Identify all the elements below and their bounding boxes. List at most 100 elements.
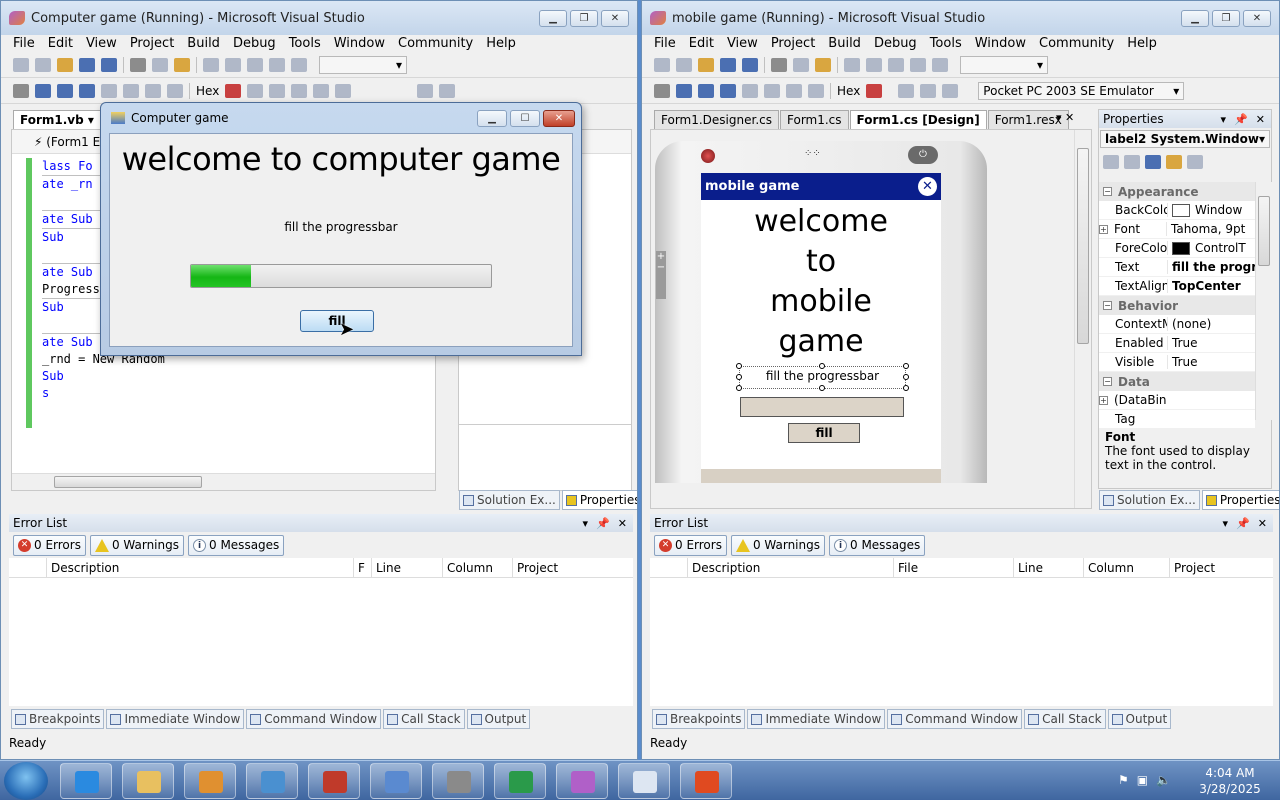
undo-icon[interactable] — [203, 57, 219, 72]
add-item-icon[interactable] — [676, 57, 692, 72]
stop-debugging-icon[interactable] — [57, 83, 73, 98]
step-out-icon[interactable] — [808, 83, 824, 98]
menu-window[interactable]: Window — [975, 36, 1026, 51]
show-next-statement-icon[interactable] — [101, 83, 117, 98]
menu-debug[interactable]: Debug — [233, 36, 276, 51]
property-row[interactable]: Text fill the progr — [1099, 258, 1255, 277]
dropdown-icon[interactable]: ▾ — [1223, 517, 1229, 530]
start-button[interactable] — [4, 762, 48, 800]
category-behavior[interactable]: − Behavior — [1099, 296, 1255, 315]
property-row[interactable]: +(DataBindin — [1099, 391, 1255, 410]
comment-icon[interactable] — [313, 83, 330, 98]
tab-output[interactable]: Output — [1107, 709, 1172, 729]
save-all-icon[interactable] — [101, 57, 117, 72]
tab-form1-designer-cs[interactable]: Form1.Designer.cs — [654, 110, 779, 129]
menu-community[interactable]: Community — [1039, 36, 1114, 51]
taskbar-button[interactable] — [494, 763, 546, 799]
close-button[interactable]: ✕ — [601, 9, 629, 27]
minimize-button[interactable]: ▁ — [1181, 9, 1209, 27]
breakpoints-icon[interactable] — [225, 83, 242, 98]
break-all-icon[interactable] — [35, 83, 51, 98]
errors-filter-button[interactable]: ✕ 0 Errors — [13, 534, 86, 556]
category-data[interactable]: − Data — [1099, 372, 1255, 391]
taskbar-button[interactable] — [618, 763, 670, 799]
properties-icon[interactable] — [1145, 155, 1161, 169]
menu-edit[interactable]: Edit — [689, 36, 714, 51]
dialog-close-button[interactable]: ✕ — [543, 109, 575, 127]
cut-icon[interactable] — [771, 57, 787, 72]
code-line[interactable]: Sub — [42, 368, 396, 385]
tab-command-window[interactable]: Command Window — [887, 709, 1023, 729]
properties-tab[interactable]: Properties — [1201, 490, 1279, 510]
property-grid[interactable]: −AppearanceBackColorWindow+FontTahoma, 9… — [1099, 182, 1255, 429]
menu-tools[interactable]: Tools — [930, 36, 962, 51]
step-into-icon[interactable] — [764, 83, 780, 98]
continue-icon[interactable] — [13, 83, 29, 98]
step-into-icon[interactable] — [123, 83, 139, 98]
menu-tools[interactable]: Tools — [289, 36, 321, 51]
mobile-heading[interactable]: welcome to mobile game — [701, 202, 941, 362]
continue-icon[interactable] — [654, 83, 670, 98]
restart-icon[interactable] — [720, 83, 736, 98]
warnings-filter-button[interactable]: 0 Warnings — [89, 534, 184, 556]
solution-config-combo[interactable]: ▾ — [960, 55, 1048, 74]
add-item-icon[interactable] — [35, 57, 51, 72]
taskbar-button[interactable] — [184, 763, 236, 799]
taskbar-button[interactable] — [246, 763, 298, 799]
tab-form1-cs[interactable]: Form1.cs — [780, 110, 849, 129]
mobile-progressbar[interactable] — [740, 397, 904, 417]
layout-icon[interactable] — [417, 83, 434, 98]
taskbar-button[interactable] — [370, 763, 422, 799]
close-button[interactable]: ✕ — [1243, 9, 1271, 27]
menu-community[interactable]: Community — [398, 36, 473, 51]
menu-file[interactable]: File — [13, 36, 35, 51]
step-over-icon[interactable] — [786, 83, 802, 98]
fill-button[interactable]: fill — [300, 310, 374, 332]
cut-icon[interactable] — [130, 57, 146, 72]
start-icon[interactable] — [291, 57, 307, 72]
navigate-back-icon[interactable] — [247, 57, 263, 72]
format-icon[interactable] — [247, 83, 264, 98]
navigate-forward-icon[interactable] — [910, 57, 926, 72]
taskbar-button[interactable] — [60, 763, 112, 799]
restore-button[interactable]: ❐ — [570, 9, 598, 27]
code-line[interactable]: s — [42, 385, 396, 402]
target-device-combo[interactable]: Pocket PC 2003 SE Emulator ▾ — [978, 81, 1185, 100]
menu-build[interactable]: Build — [828, 36, 861, 51]
object-selector[interactable]: label2 System.Windows.Forr▾ — [1100, 130, 1270, 148]
align-icon[interactable] — [920, 83, 937, 98]
tab-form1-cs-design-[interactable]: Form1.cs [Design] — [849, 110, 987, 129]
new-project-icon[interactable] — [13, 57, 29, 72]
horizontal-scrollbar[interactable] — [12, 473, 435, 490]
column-project[interactable]: Project — [1170, 558, 1273, 578]
redo-icon[interactable] — [866, 57, 882, 72]
column-line[interactable]: Line — [372, 557, 443, 578]
tab-output[interactable]: Output — [466, 709, 531, 729]
indent-icon[interactable] — [291, 83, 308, 98]
start-icon[interactable] — [932, 57, 948, 72]
properties-scrollbar[interactable] — [1255, 182, 1272, 420]
menu-debug[interactable]: Debug — [874, 36, 917, 51]
paste-icon[interactable] — [174, 57, 190, 72]
hex-button[interactable]: Hex — [837, 84, 860, 98]
tab-immediate-window[interactable]: Immediate Window — [747, 709, 886, 729]
vertical-scrollbar[interactable] — [1074, 130, 1091, 508]
categorized-icon[interactable] — [1103, 155, 1119, 169]
solution-explorer-tab[interactable]: Solution Ex... — [1099, 490, 1200, 510]
menu-file[interactable]: File — [654, 36, 676, 51]
dialog-maximize-button[interactable]: ☐ — [510, 109, 540, 127]
align-icon[interactable] — [269, 83, 286, 98]
mobile-close-icon[interactable]: ✕ — [918, 177, 937, 196]
paste-icon[interactable] — [815, 57, 831, 72]
redo-icon[interactable] — [225, 57, 241, 72]
breakpoints-icon[interactable] — [866, 83, 883, 98]
menu-project[interactable]: Project — [771, 36, 815, 51]
property-row[interactable]: Visible True — [1099, 353, 1255, 372]
open-icon[interactable] — [57, 57, 73, 72]
flag-icon[interactable]: ⚑ — [1118, 773, 1129, 787]
minimize-button[interactable]: ▁ — [539, 9, 567, 27]
tab-call-stack[interactable]: Call Stack — [1024, 709, 1106, 729]
tab-call-stack[interactable]: Call Stack — [383, 709, 465, 729]
mobile-fill-button[interactable]: fill — [788, 423, 860, 443]
network-tray-icon[interactable]: ▣ — [1137, 773, 1148, 787]
